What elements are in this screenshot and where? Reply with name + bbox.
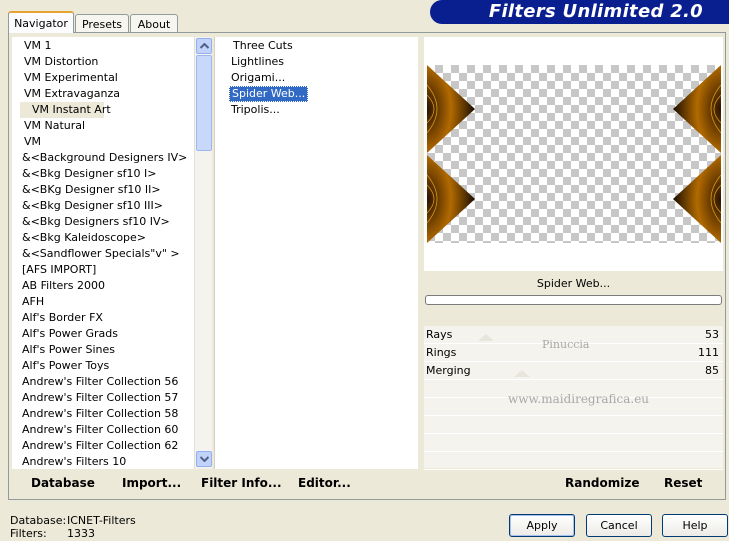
category-item[interactable]: Alf's Border FX [12, 310, 192, 326]
filter-item[interactable]: Spider Web... [229, 86, 309, 102]
preview-image [427, 65, 721, 243]
slider-marker [478, 334, 494, 341]
filter-item[interactable]: Three Cuts [233, 38, 293, 54]
category-item[interactable]: VM Instant Art [20, 102, 111, 118]
help-button[interactable]: Help [662, 514, 728, 537]
category-item[interactable]: &<Bkg Designer sf10 III> [12, 198, 192, 214]
progress-bar [425, 295, 722, 305]
category-item[interactable]: VM 1 [12, 38, 192, 54]
app-title: Filters Unlimited 2.0 [488, 1, 703, 22]
category-item[interactable]: VM Distortion [12, 54, 192, 70]
parameter-row [424, 452, 723, 470]
category-item[interactable]: &<Sandflower Specials"v" > [12, 246, 192, 262]
category-item[interactable]: Alf's Power Grads [12, 326, 192, 342]
tab-label: Presets [81, 17, 123, 31]
editor-button[interactable]: Editor... [298, 476, 351, 490]
parameter-label: Merging [426, 364, 471, 377]
tab-presets[interactable]: Presets [75, 14, 129, 33]
category-item[interactable]: Andrew's Filter Collection 60 [12, 422, 192, 438]
slider-marker [514, 370, 530, 377]
category-list[interactable]: VM 1 VM Distortion VM Experimental VM Extra… [12, 37, 194, 469]
filter-info-button[interactable]: Filter Info... [201, 476, 282, 490]
category-item[interactable]: &<Background Designers IV> [12, 150, 192, 166]
title-banner: Filters Unlimited 2.0 [430, 0, 729, 24]
chevron-up-icon [199, 43, 209, 49]
category-item[interactable]: AFH [12, 294, 192, 310]
parameter-value: 85 [705, 364, 719, 377]
category-item[interactable]: AB Filters 2000 [12, 278, 192, 294]
parameter-panel: Merging 85 Rings 111 Rays 53 Pinuccia www.mai… [424, 326, 723, 470]
category-item[interactable]: VM [12, 134, 192, 150]
parameter-row [424, 416, 723, 434]
apply-button[interactable]: Apply [509, 514, 575, 537]
filter-list[interactable]: Three Cuts Lightlines Origami... Spider Web… [214, 37, 418, 469]
filters-count: 1333 [67, 527, 95, 540]
category-item[interactable]: Alf's Power Toys [12, 358, 192, 374]
parameter-row [424, 434, 723, 452]
category-scrollbar[interactable] [194, 37, 212, 469]
database-info: Database:ICNET-Filters Filters: 1333 [10, 514, 136, 540]
category-item[interactable]: Andrew's Filter Collection 58 [12, 406, 192, 422]
parameter-value: 111 [698, 346, 719, 359]
tab-bar: Navigator Presets About [8, 10, 418, 33]
import-button[interactable]: Import... [122, 476, 181, 490]
category-item[interactable]: [AFS IMPORT] [12, 262, 192, 278]
scroll-up-button[interactable] [196, 38, 212, 54]
watermark-url: www.maidiregrafica.eu [508, 392, 650, 406]
tab-label: About [137, 17, 171, 31]
database-value: ICNET-Filters [67, 514, 136, 527]
category-item[interactable]: Andrew's Filters 10 [12, 454, 192, 469]
filter-item[interactable]: Lightlines [231, 54, 284, 70]
filter-name-label: Spider Web... [536, 276, 611, 290]
chevron-down-icon [199, 456, 209, 462]
filter-item[interactable]: Origami... [231, 70, 285, 86]
parameter-label: Rings [426, 346, 457, 359]
tab-navigator[interactable]: Navigator [8, 11, 74, 33]
filter-item[interactable]: Tripolis... [231, 102, 280, 118]
spider-web-preview-art [427, 65, 721, 243]
tab-label: Navigator [14, 16, 68, 30]
randomize-button[interactable]: Randomize [565, 476, 639, 490]
category-item[interactable]: Alf's Power Sines [12, 342, 192, 358]
category-item[interactable]: &<Bkg Designers sf10 IV> [12, 214, 192, 230]
database-label: Database: [10, 514, 67, 527]
cancel-button[interactable]: Cancel [586, 514, 652, 537]
watermark-name: Pinuccia [542, 338, 590, 351]
scroll-thumb[interactable] [196, 55, 212, 151]
scroll-down-button[interactable] [196, 451, 212, 467]
category-item[interactable]: &<BKg Designer sf10 II> [12, 182, 192, 198]
parameter-value: 53 [705, 328, 719, 341]
filter-name-display: Spider Web... [424, 272, 723, 294]
parameter-label: Rays [426, 328, 453, 341]
category-item[interactable]: &<Bkg Kaleidoscope> [12, 230, 192, 246]
database-button[interactable]: Database [31, 476, 95, 490]
category-item[interactable]: Andrew's Filter Collection 62 [12, 438, 192, 454]
parameter-row[interactable]: Merging 85 [424, 362, 723, 380]
filters-label: Filters: [10, 527, 47, 540]
tab-about[interactable]: About [130, 14, 178, 33]
category-item[interactable]: VM Natural [12, 118, 192, 134]
preview-pane [424, 37, 723, 271]
category-item[interactable]: Andrew's Filter Collection 56 [12, 374, 192, 390]
category-item[interactable]: &<Bkg Designer sf10 I> [12, 166, 192, 182]
category-item[interactable]: VM Experimental [12, 70, 192, 86]
category-item[interactable]: Andrew's Filter Collection 57 [12, 390, 192, 406]
reset-button[interactable]: Reset [664, 476, 702, 490]
category-item[interactable]: VM Extravaganza [12, 86, 192, 102]
